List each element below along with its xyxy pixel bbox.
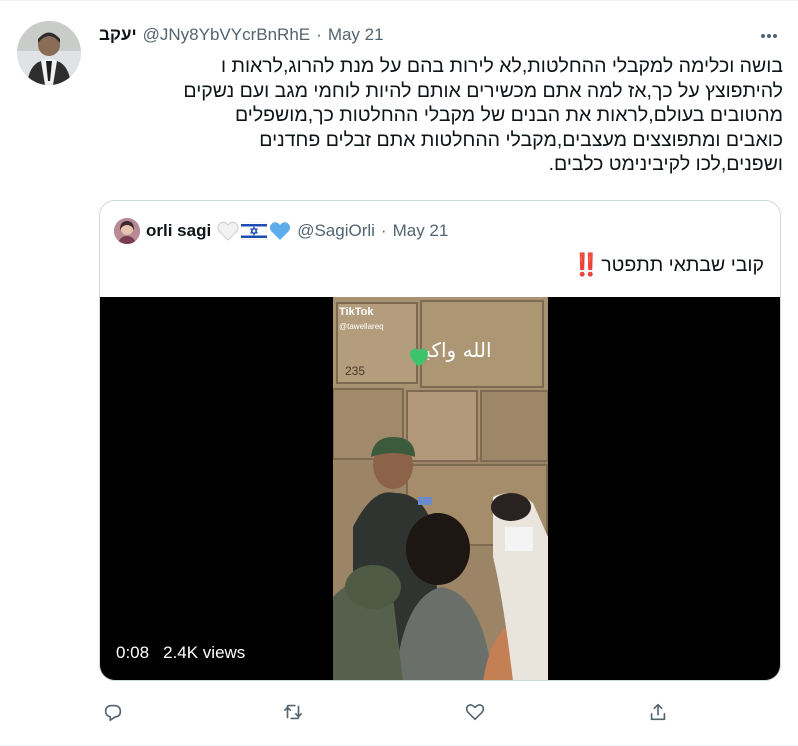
quoted-tweet-date: May 21 (392, 221, 449, 240)
share-icon (650, 703, 666, 721)
tweet[interactable]: יעקב @JNy8YbVYcrBnRhE · May 21 בושה וכלי… (0, 0, 798, 746)
retweet-button[interactable] (279, 698, 307, 726)
quoted-author-handle: @SagiOrli (297, 221, 375, 240)
reply-icon (104, 704, 122, 722)
blue-heart-icon (270, 222, 291, 240)
like-button[interactable] (461, 698, 489, 726)
author-name[interactable]: יעקב (99, 25, 137, 45)
quoted-tweet-header: orli sagi @SagiOrli · May 21 (114, 215, 448, 247)
share-button[interactable] (644, 698, 672, 726)
tweet-actions (99, 698, 689, 726)
double-exclamation-emoji: ‼️ (572, 252, 600, 277)
video-duration: 0:08 (116, 643, 150, 662)
quoted-tweet-text: קובי שבתאי תתפטר ‼️ (573, 253, 764, 277)
tweet-date[interactable]: May 21 (328, 25, 384, 45)
white-heart-icon (217, 221, 239, 241)
quoted-tweet[interactable]: orli sagi @SagiOrli · May 21 קובי שבתאי … (99, 200, 781, 681)
tiktok-watermark: TikTok (339, 306, 374, 318)
quoted-separator-dot: · (380, 221, 387, 240)
quoted-name-emojis (217, 221, 291, 241)
reply-button[interactable] (99, 698, 127, 726)
author-handle[interactable]: @JNy8YbVYcrBnRhE (143, 25, 311, 45)
video-frame[interactable]: TikTok @tawellareq الله واكبر 235 (333, 297, 548, 680)
tiktok-user-watermark: @tawellareq (339, 322, 384, 331)
wall-number: 235 (345, 364, 365, 378)
tweet-text: בושה וכלימה למקבלי ההחלטות,לא לירות בהם … (183, 55, 783, 175)
quoted-author-avatar (114, 218, 140, 244)
tweet-header: יעקב @JNy8YbVYcrBnRhE · May 21 (99, 22, 778, 48)
quoted-text-content: קובי שבתאי תתפטר (601, 254, 764, 276)
video-stats: 0:08 2.4K views (116, 643, 245, 663)
quoted-author-name: orli sagi (146, 221, 212, 240)
israel-flag-icon (241, 222, 268, 240)
more-icon[interactable] (754, 21, 784, 51)
author-avatar[interactable] (17, 21, 81, 85)
video-views: 2.4K views (163, 643, 246, 662)
video-player[interactable]: TikTok @tawellareq الله واكبر 235 0:08 2… (100, 297, 780, 680)
like-icon (465, 704, 485, 721)
separator-dot: · (316, 25, 322, 44)
retweet-icon (283, 704, 303, 720)
